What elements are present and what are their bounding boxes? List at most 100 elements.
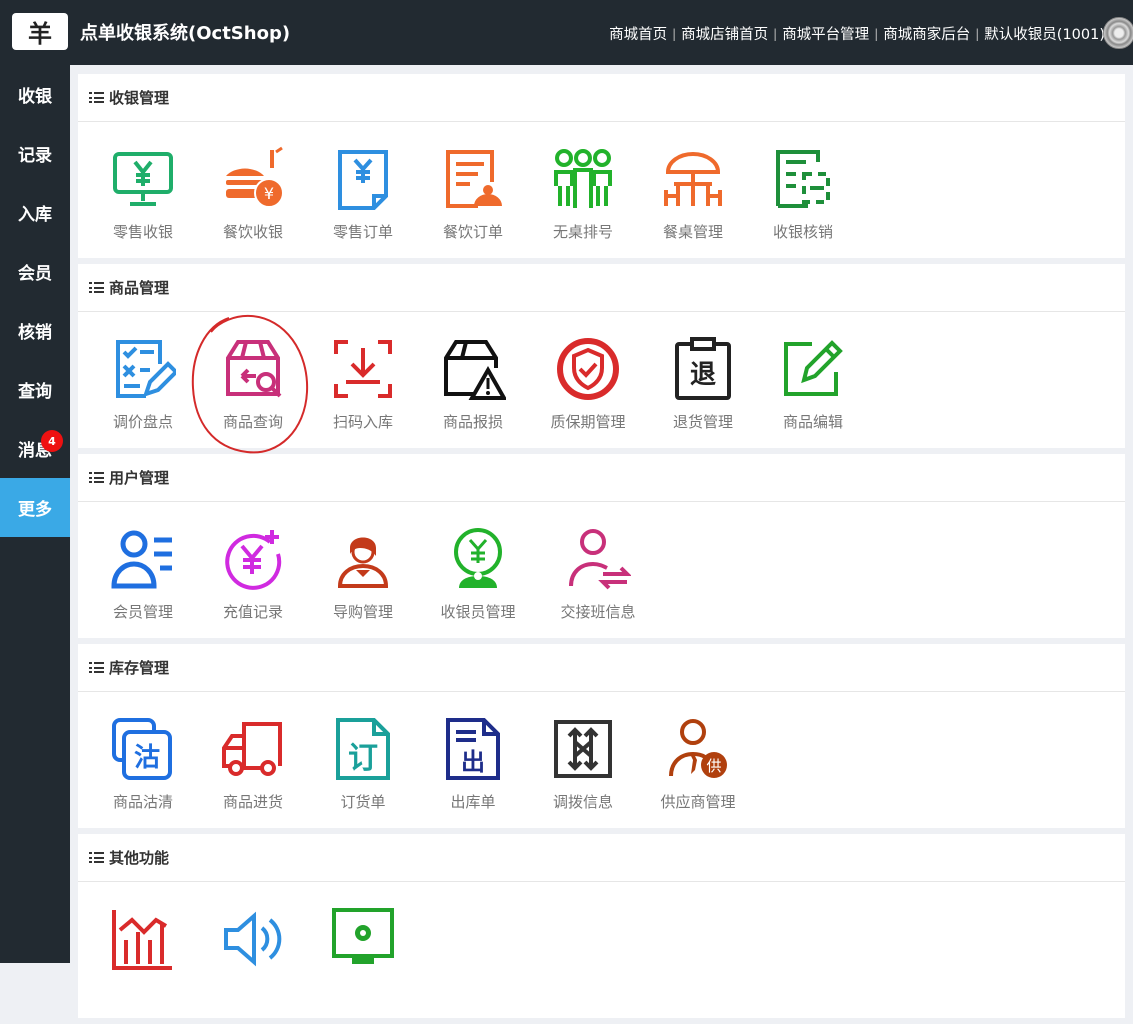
tile-warranty-management[interactable]: 质保期管理 <box>528 312 648 448</box>
tile-shift-handover[interactable]: 交接班信息 <box>538 502 658 638</box>
main-content: 收银管理 零售收银 ¥ 餐饮收银 零售订单 餐饮订单 无桌排号 餐桌管理 收银核… <box>78 74 1125 1024</box>
tile-dining-orders[interactable]: 餐饮订单 <box>418 122 528 258</box>
sidebar-item-records[interactable]: 记录 <box>0 124 70 183</box>
separator: | <box>975 26 980 41</box>
tile-label: 商品进货 <box>222 793 283 811</box>
tile-supplier-management[interactable]: 供 供应商管理 <box>638 692 758 828</box>
tile-label: 调拨信息 <box>552 793 613 811</box>
tile-scan-stock-in[interactable]: 扫码入库 <box>308 312 418 448</box>
tile-transfer-info[interactable]: 调拨信息 <box>528 692 638 828</box>
sidebar-item-members[interactable]: 会员 <box>0 242 70 301</box>
tile-label: 退货管理 <box>672 413 733 431</box>
people-queue-icon <box>554 149 612 208</box>
recharge-yuan-icon <box>225 530 282 590</box>
tile-label: 订货单 <box>340 793 386 811</box>
burger-yuan-icon: ¥ <box>226 146 284 208</box>
section-title: 收银管理 <box>109 89 170 107</box>
tile-retail-checkout[interactable]: 零售收银 <box>88 122 198 258</box>
tile-return-management[interactable]: 退 退货管理 <box>648 312 758 448</box>
tile-shopping-guide[interactable]: 导购管理 <box>308 502 418 638</box>
shield-check-icon <box>557 338 619 400</box>
sidebar-item-stock-in[interactable]: 入库 <box>0 183 70 242</box>
tile-label: 收银核销 <box>772 223 833 241</box>
sidebar-item-checkout[interactable]: 收银 <box>0 65 70 124</box>
tile-label: 商品沽清 <box>112 793 173 811</box>
section-header: 库存管理 <box>78 644 1125 692</box>
tile-recharge-records[interactable]: 充值记录 <box>198 502 308 638</box>
section-header: 商品管理 <box>78 264 1125 312</box>
list-icon <box>89 662 104 673</box>
tile-grid: 会员管理 充值记录 导购管理 收银员管理 交接班信息 <box>78 502 1125 638</box>
tile-product-damage[interactable]: 商品报损 <box>418 312 528 448</box>
clipboard-return-icon: 退 <box>675 337 731 400</box>
tile-label: 调价盘点 <box>112 413 173 431</box>
top-nav-links: 商城首页 | 商城店铺首页 | 商城平台管理 | 商城商家后台 | 默认收银员(… <box>609 23 1105 44</box>
cashier-avatar-icon <box>454 528 502 588</box>
tile-label: 充值记录 <box>222 603 283 621</box>
tile-label: 无桌排号 <box>552 223 613 241</box>
supplier-glyph: 供 <box>706 757 721 775</box>
tile-checkout-verify[interactable]: 收银核销 <box>748 122 858 258</box>
link-store-home[interactable]: 商城店铺首页 <box>681 23 768 44</box>
tile-queue-number[interactable]: 无桌排号 <box>528 122 638 258</box>
tile-label: 零售订单 <box>332 223 393 241</box>
tile-grid: 调价盘点 商品查询 扫码入库 商品报损 质保期管理 退 退货管理 商品编辑 <box>78 312 1125 448</box>
link-mall-home[interactable]: 商城首页 <box>609 23 667 44</box>
tile-label: 收银员管理 <box>440 603 516 621</box>
sidebar-item-verify[interactable]: 核销 <box>0 301 70 360</box>
sidebar-item-query[interactable]: 查询 <box>0 360 70 419</box>
tile-label: 质保期管理 <box>550 413 626 431</box>
sidebar-item-label: 记录 <box>18 146 52 166</box>
member-list-icon <box>111 530 172 589</box>
section-users: 用户管理 会员管理 充值记录 导购管理 收银员管理 交接班信息 <box>78 454 1125 638</box>
scan-download-icon <box>334 340 392 398</box>
sidebar-item-messages[interactable]: 消息 4 <box>0 419 70 478</box>
section-checkout: 收银管理 零售收银 ¥ 餐饮收银 零售订单 餐饮订单 无桌排号 餐桌管理 收银核… <box>78 74 1125 258</box>
avatar[interactable] <box>1103 17 1133 49</box>
separator: | <box>874 26 879 41</box>
tile-label: 供应商管理 <box>660 793 736 811</box>
monitor-yuan-icon <box>113 152 173 206</box>
sidebar-item-label: 更多 <box>18 500 52 520</box>
box-warning-icon <box>444 340 506 400</box>
section-title: 商品管理 <box>109 279 170 297</box>
tile-product-edit[interactable]: 商品编辑 <box>758 312 868 448</box>
edit-square-icon <box>784 340 843 396</box>
tile-grid <box>78 882 1125 1018</box>
monitor-settings-icon <box>332 908 394 964</box>
tile-outbound-order[interactable]: 出 出库单 <box>418 692 528 828</box>
tile-sold-out[interactable]: 沽 商品沽清 <box>88 692 198 828</box>
tile-voice[interactable] <box>198 882 308 1018</box>
list-icon <box>89 472 104 483</box>
tile-order-form[interactable]: 订 订货单 <box>308 692 418 828</box>
section-header: 其他功能 <box>78 834 1125 882</box>
tile-price-stocktake[interactable]: 调价盘点 <box>88 312 198 448</box>
tile-product-purchase[interactable]: 商品进货 <box>198 692 308 828</box>
tile-member-management[interactable]: 会员管理 <box>88 502 198 638</box>
tile-statistics[interactable] <box>88 882 198 1018</box>
tile-product-search[interactable]: 商品查询 <box>198 312 308 448</box>
section-header: 用户管理 <box>78 454 1125 502</box>
tile-retail-orders[interactable]: 零售订单 <box>308 122 418 258</box>
tile-label: 交接班信息 <box>560 603 636 621</box>
section-products: 商品管理 调价盘点 商品查询 扫码入库 商品报损 质保期管理 退 退货管理 商品… <box>78 264 1125 448</box>
section-header: 收银管理 <box>78 74 1125 122</box>
current-cashier-link[interactable]: 默认收银员(1001) <box>984 23 1105 44</box>
tile-display-settings[interactable] <box>308 882 418 1018</box>
tile-label: 商品报损 <box>442 413 503 431</box>
sidebar-item-label: 收银 <box>18 87 52 107</box>
section-title: 库存管理 <box>109 659 170 677</box>
link-platform-admin[interactable]: 商城平台管理 <box>782 23 869 44</box>
tile-label: 会员管理 <box>112 603 173 621</box>
app-logo[interactable]: 羊 <box>12 13 68 50</box>
link-merchant-admin[interactable]: 商城商家后台 <box>883 23 970 44</box>
table-umbrella-icon <box>664 152 722 206</box>
list-icon <box>89 852 104 863</box>
order-form-icon: 订 <box>336 718 390 780</box>
tile-label: 商品编辑 <box>782 413 843 431</box>
tile-cashier-management[interactable]: 收银员管理 <box>418 502 538 638</box>
tile-dining-checkout[interactable]: ¥ 餐饮收银 <box>198 122 308 258</box>
sidebar-item-label: 会员 <box>18 264 52 284</box>
tile-table-management[interactable]: 餐桌管理 <box>638 122 748 258</box>
sidebar-item-more[interactable]: 更多 <box>0 478 70 537</box>
